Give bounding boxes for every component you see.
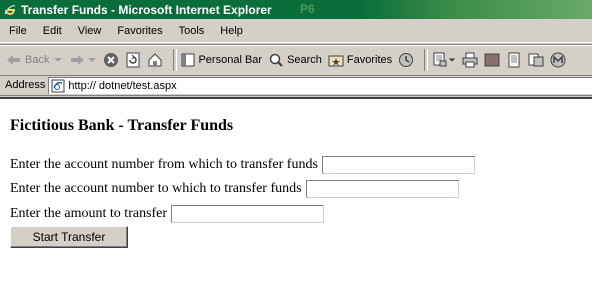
discuss-button[interactable] [506, 52, 522, 68]
history-button[interactable] [398, 52, 414, 68]
titlebar-gradient [362, 0, 592, 19]
favorites-button[interactable]: Favorites [328, 52, 392, 68]
stop-button[interactable] [103, 52, 119, 68]
page-icon [51, 79, 65, 92]
personal-bar-button[interactable]: Personal Bar [181, 53, 262, 67]
search-icon [269, 53, 283, 67]
personal-bar-label: Personal Bar [198, 54, 263, 66]
standard-toolbar: Back Personal Bar Search Favorites [0, 44, 592, 76]
address-url: http:// dotnet/test.aspx [68, 79, 177, 92]
favorites-folder-icon [328, 55, 344, 67]
search-label: Search [287, 54, 322, 66]
start-transfer-button[interactable]: Start Transfer [10, 226, 128, 248]
back-button[interactable]: Back [6, 53, 63, 67]
forward-button[interactable] [69, 53, 97, 67]
forward-arrow-icon [71, 55, 85, 65]
title-bar: Transfer Funds - Microsoft Internet Expl… [0, 0, 592, 19]
titlebar-watermark: P6 [300, 2, 315, 16]
address-label: Address [5, 79, 46, 91]
edit-button[interactable] [484, 52, 500, 68]
page-title: Fictitious Bank - Transfer Funds [10, 117, 234, 134]
from-account-row: Enter the account number from which to t… [10, 154, 475, 176]
menu-bar: File Edit View Favorites Tools Help [0, 20, 592, 43]
personal-bar-icon [181, 53, 195, 67]
msn-icon [550, 52, 566, 68]
stop-icon [104, 53, 119, 67]
amount-label: Enter the amount to transfer [10, 206, 168, 221]
address-input[interactable]: http:// dotnet/test.aspx [48, 76, 592, 94]
amount-input[interactable] [171, 205, 325, 223]
page-content: Fictitious Bank - Transfer Funds Enter t… [0, 97, 592, 284]
refresh-button[interactable] [125, 52, 141, 68]
back-arrow-icon [7, 55, 20, 65]
messenger-button[interactable] [528, 52, 544, 68]
to-account-label: Enter the account number to which to tra… [10, 181, 302, 196]
internet-explorer-icon [4, 4, 16, 15]
menu-view[interactable]: View [70, 25, 110, 37]
back-label: Back [25, 54, 50, 66]
dropdown-arrow-icon [448, 58, 456, 62]
home-button[interactable] [147, 52, 163, 68]
messenger-icon [528, 53, 544, 67]
print-icon [462, 52, 478, 68]
dropdown-arrow-icon [54, 58, 63, 62]
discuss-icon [508, 52, 520, 68]
toolbar-separator [424, 49, 429, 71]
to-account-row: Enter the account number to which to tra… [10, 178, 459, 200]
from-account-label: Enter the account number from which to t… [10, 157, 318, 172]
mail-button[interactable] [432, 52, 456, 68]
print-button[interactable] [462, 52, 478, 68]
menu-file[interactable]: File [0, 25, 35, 37]
menu-tools[interactable]: Tools [171, 25, 213, 37]
menu-favorites[interactable]: Favorites [109, 25, 170, 37]
search-button[interactable]: Search [268, 52, 322, 68]
refresh-icon [126, 52, 140, 68]
window-title: Transfer Funds - Microsoft Internet Expl… [21, 2, 272, 17]
to-account-input[interactable] [305, 180, 459, 198]
from-account-input[interactable] [321, 156, 475, 174]
menu-help[interactable]: Help [212, 25, 251, 37]
edit-icon [484, 53, 500, 67]
history-icon [399, 53, 414, 67]
menu-edit[interactable]: Edit [35, 25, 70, 37]
toolbar-separator [173, 49, 178, 71]
home-icon [148, 53, 162, 67]
mail-icon [433, 52, 447, 67]
favorites-label: Favorites [346, 54, 393, 66]
msn-button[interactable] [550, 52, 566, 68]
dropdown-arrow-icon [88, 58, 97, 62]
address-bar: Address http:// dotnet/test.aspx [0, 75, 592, 96]
amount-row: Enter the amount to transfer [10, 203, 325, 225]
